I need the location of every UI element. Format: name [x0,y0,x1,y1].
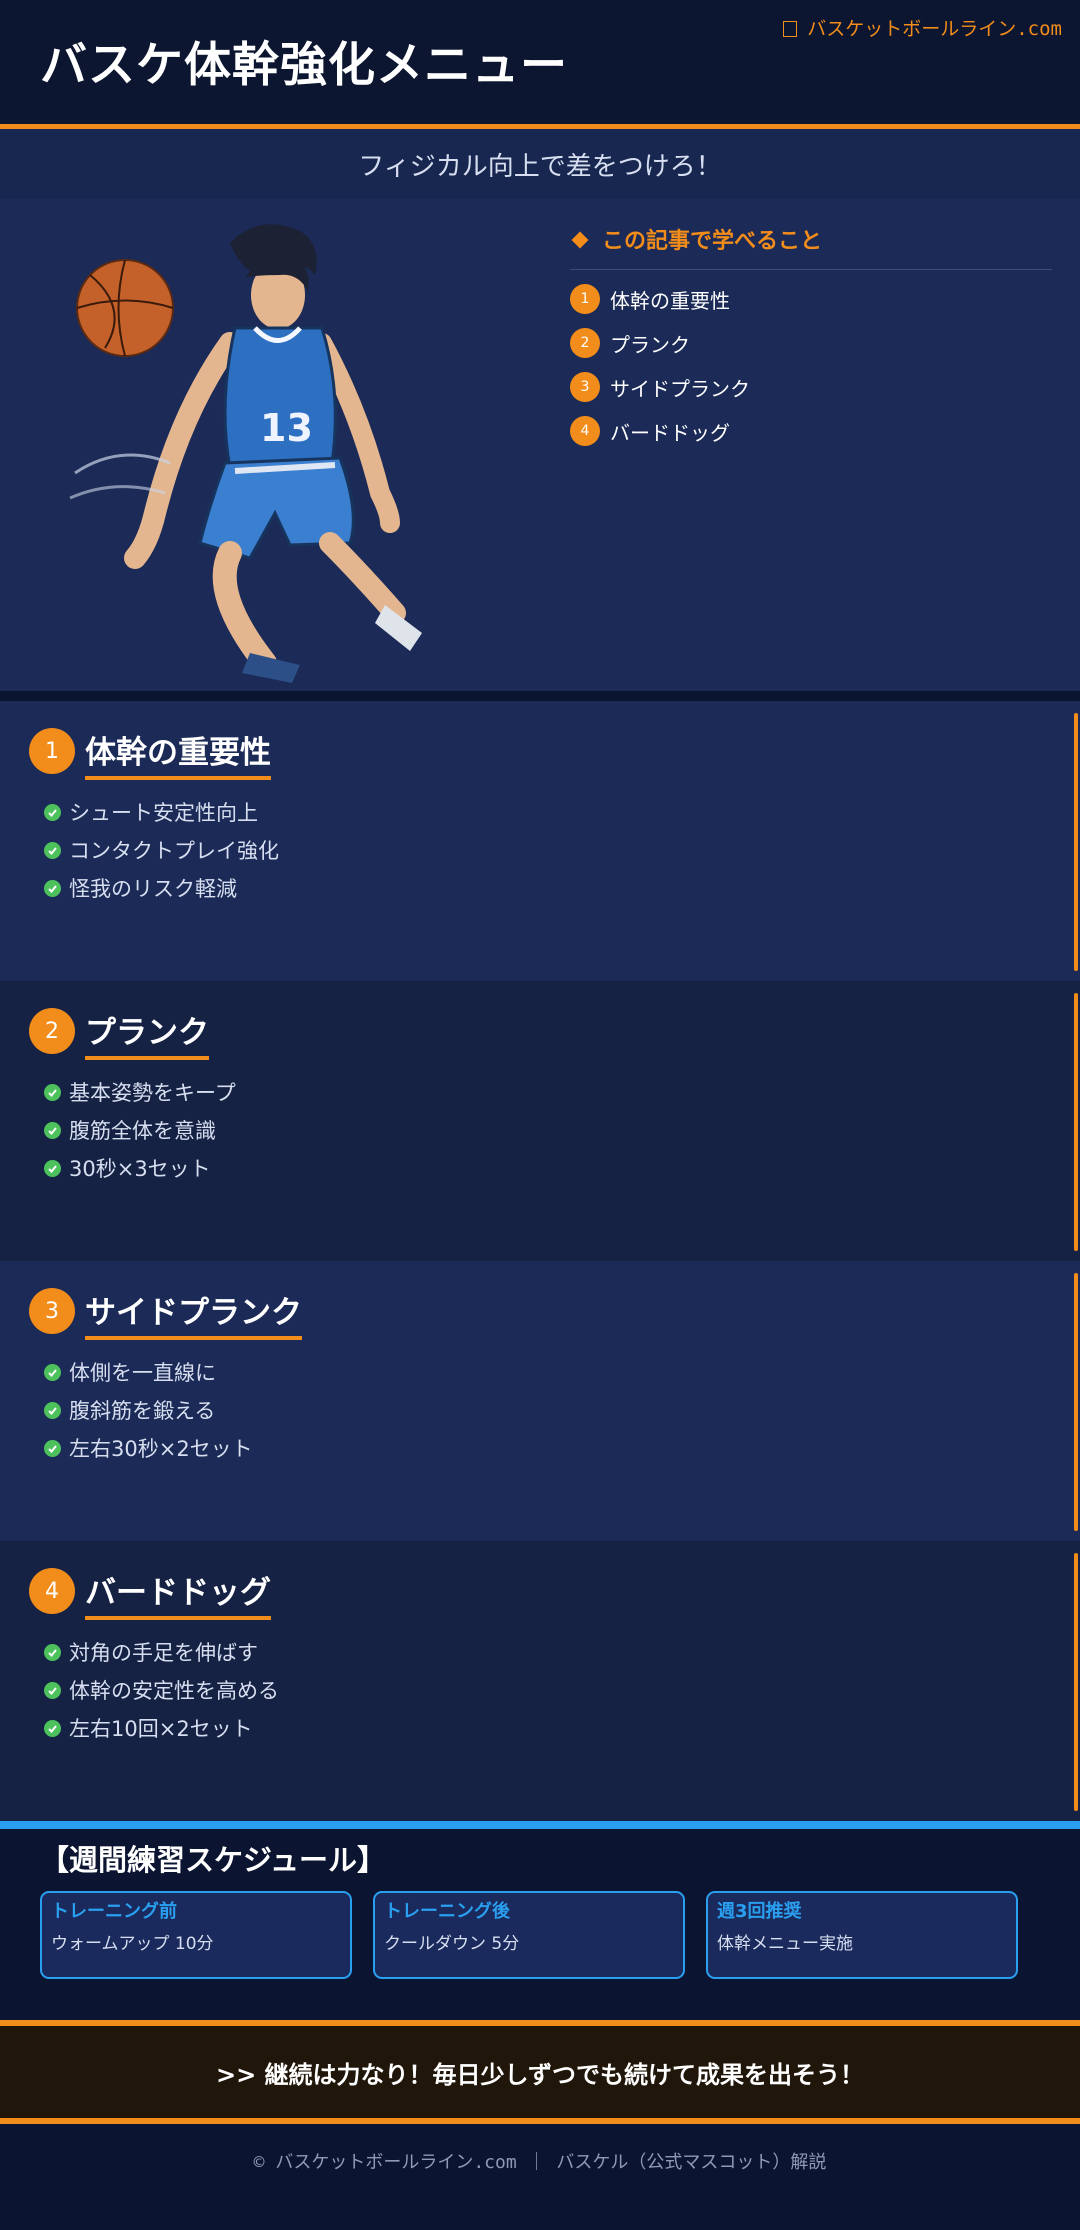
check-icon [44,1159,61,1177]
section-number-badge: 4 [29,1568,75,1614]
list-item: 体幹の安定性を高める [44,1671,279,1709]
site-name: バスケットボールライン.com [807,18,1062,40]
list-item-text: シュート安定性向上 [69,801,258,825]
list-item-text: 腹筋全体を意識 [69,1119,216,1143]
toc-item-label: サイドプランク [610,376,750,401]
header: バスケットボールライン.com バスケ体幹強化メニュー [0,0,1080,129]
bullet-list: 基本姿勢をキープ 腹筋全体を意識 30秒×3セット [44,1073,236,1187]
list-item-text: 30秒×3セット [69,1157,211,1181]
hero: 13 この記事で学べること 1 体幹の重要性 2 プランク 3 サイドプランク 4 バー… [0,199,1080,691]
footer-text: © バスケットボールライン.com ｜ バスケル（公式マスコット）解説 [253,2152,827,2173]
toc-number-badge: 1 [570,284,600,314]
bullet-list: 対角の手足を伸ばす 体幹の安定性を高める 左右10回×2セット [44,1633,279,1747]
list-item: 左右10回×2セット [44,1709,279,1747]
toc-item-label: プランク [610,332,690,357]
bullet-list: シュート安定性向上 コンタクトプレイ強化 怪我のリスク軽減 [44,793,279,907]
section-number-badge: 2 [29,1008,75,1054]
call-to-action-banner: >> 継続は力なり！毎日少しずつでも続けて成果を出そう！ [0,2020,1080,2124]
list-item-text: 基本姿勢をキープ [69,1081,236,1105]
schedule-card-title: トレーニング前 [51,1901,177,1922]
diamond-icon [571,231,589,249]
toc-item-label: バードドッグ [610,420,730,445]
subtitle-bar: フィジカル向上で差をつけろ！ [0,129,1080,199]
section-accent-rule [1074,1273,1078,1531]
schedule-card: トレーニング後 クールダウン 5分 [373,1891,685,1979]
site-link[interactable]: バスケットボールライン.com [783,14,1062,41]
call-to-action-text: >> 継続は力なり！毎日少しずつでも続けて成果を出そう！ [215,2060,865,2089]
toc-item-label: 体幹の重要性 [610,288,730,313]
toc-item[interactable]: 2 プランク [570,328,1052,358]
list-item: シュート安定性向上 [44,793,279,831]
schedule-card-text: クールダウン 5分 [384,1934,520,1954]
section-title: 体幹の重要性 [85,727,271,780]
section-core-importance: 1 体幹の重要性 シュート安定性向上 コンタクトプレイ強化 怪我のリスク軽減 [0,701,1080,981]
check-icon [44,1401,61,1419]
schedule-title: 【週間練習スケジュール】 [40,1843,386,1877]
section-number-badge: 1 [29,728,75,774]
check-icon [44,1643,61,1661]
toc-number-badge: 3 [570,372,600,402]
list-item-text: 左右30秒×2セット [69,1437,253,1461]
section-accent-rule [1074,713,1078,971]
toc-item[interactable]: 4 バードドッグ [570,416,1052,446]
list-item: 30秒×3セット [44,1149,236,1187]
toc-heading: この記事で学べること [570,223,1052,270]
schedule-card-title: トレーニング後 [384,1901,510,1922]
section-number-badge: 3 [29,1288,75,1334]
schedule-card: 週3回推奨 体幹メニュー実施 [706,1891,1018,1979]
list-item-text: 対角の手足を伸ばす [69,1641,258,1665]
list-item: 怪我のリスク軽減 [44,869,279,907]
check-icon [44,1681,61,1699]
section-title: サイドプランク [85,1287,302,1340]
schedule-card-text: ウォームアップ 10分 [51,1934,214,1954]
check-icon [44,879,61,897]
list-item: 体側を一直線に [44,1353,253,1391]
section-bird-dog: 4 バードドッグ 対角の手足を伸ばす 体幹の安定性を高める 左右10回×2セット [0,1541,1080,1821]
page-title: バスケ体幹強化メニュー [40,38,568,93]
check-icon [44,1121,61,1139]
image-placeholder-icon [783,21,798,37]
section-plank: 2 プランク 基本姿勢をキープ 腹筋全体を意識 30秒×3セット [0,981,1080,1261]
section-accent-rule [1074,993,1078,1251]
footer: © バスケットボールライン.com ｜ バスケル（公式マスコット）解説 [0,2124,1080,2230]
list-item: 腹筋全体を意識 [44,1111,236,1149]
check-icon [44,1719,61,1737]
schedule-card-title: 週3回推奨 [717,1901,802,1922]
check-icon [44,1439,61,1457]
svg-text:13: 13 [260,406,313,450]
list-item-text: コンタクトプレイ強化 [69,839,279,863]
check-icon [44,841,61,859]
section-side-plank: 3 サイドプランク 体側を一直線に 腹斜筋を鍛える 左右30秒×2セット [0,1261,1080,1541]
basketball-player-illustration: 13 [69,224,422,683]
toc-item[interactable]: 1 体幹の重要性 [570,284,1052,314]
page-subtitle: フィジカル向上で差をつけろ！ [358,151,722,182]
list-item: 腹斜筋を鍛える [44,1391,253,1429]
section-title: バードドッグ [85,1567,271,1620]
check-icon [44,803,61,821]
check-icon [44,1083,61,1101]
table-of-contents: この記事で学べること 1 体幹の重要性 2 プランク 3 サイドプランク 4 バードドッ… [570,223,1052,446]
check-icon [44,1363,61,1381]
list-item: 左右30秒×2セット [44,1429,253,1467]
list-item-text: 体幹の安定性を高める [69,1679,279,1703]
weekly-schedule: 【週間練習スケジュール】 トレーニング前 ウォームアップ 10分 トレーニング後… [0,1829,1080,2021]
list-item: 対角の手足を伸ばす [44,1633,279,1671]
bullet-list: 体側を一直線に 腹斜筋を鍛える 左右30秒×2セット [44,1353,253,1467]
list-item-text: 左右10回×2セット [69,1717,253,1741]
section-title: プランク [85,1007,209,1060]
toc-number-badge: 4 [570,416,600,446]
list-item-text: 怪我のリスク軽減 [69,877,237,901]
list-item-text: 腹斜筋を鍛える [69,1399,216,1423]
toc-heading-text: この記事で学べること [602,229,823,254]
toc-item[interactable]: 3 サイドプランク [570,372,1052,402]
toc-number-badge: 2 [570,328,600,358]
schedule-card-text: 体幹メニュー実施 [717,1934,853,1954]
list-item-text: 体側を一直線に [69,1361,216,1385]
list-item: コンタクトプレイ強化 [44,831,279,869]
basketball-icon [76,259,174,357]
section-accent-rule [1074,1553,1078,1811]
schedule-divider [0,1821,1080,1829]
schedule-card: トレーニング前 ウォームアップ 10分 [40,1891,352,1979]
list-item: 基本姿勢をキープ [44,1073,236,1111]
